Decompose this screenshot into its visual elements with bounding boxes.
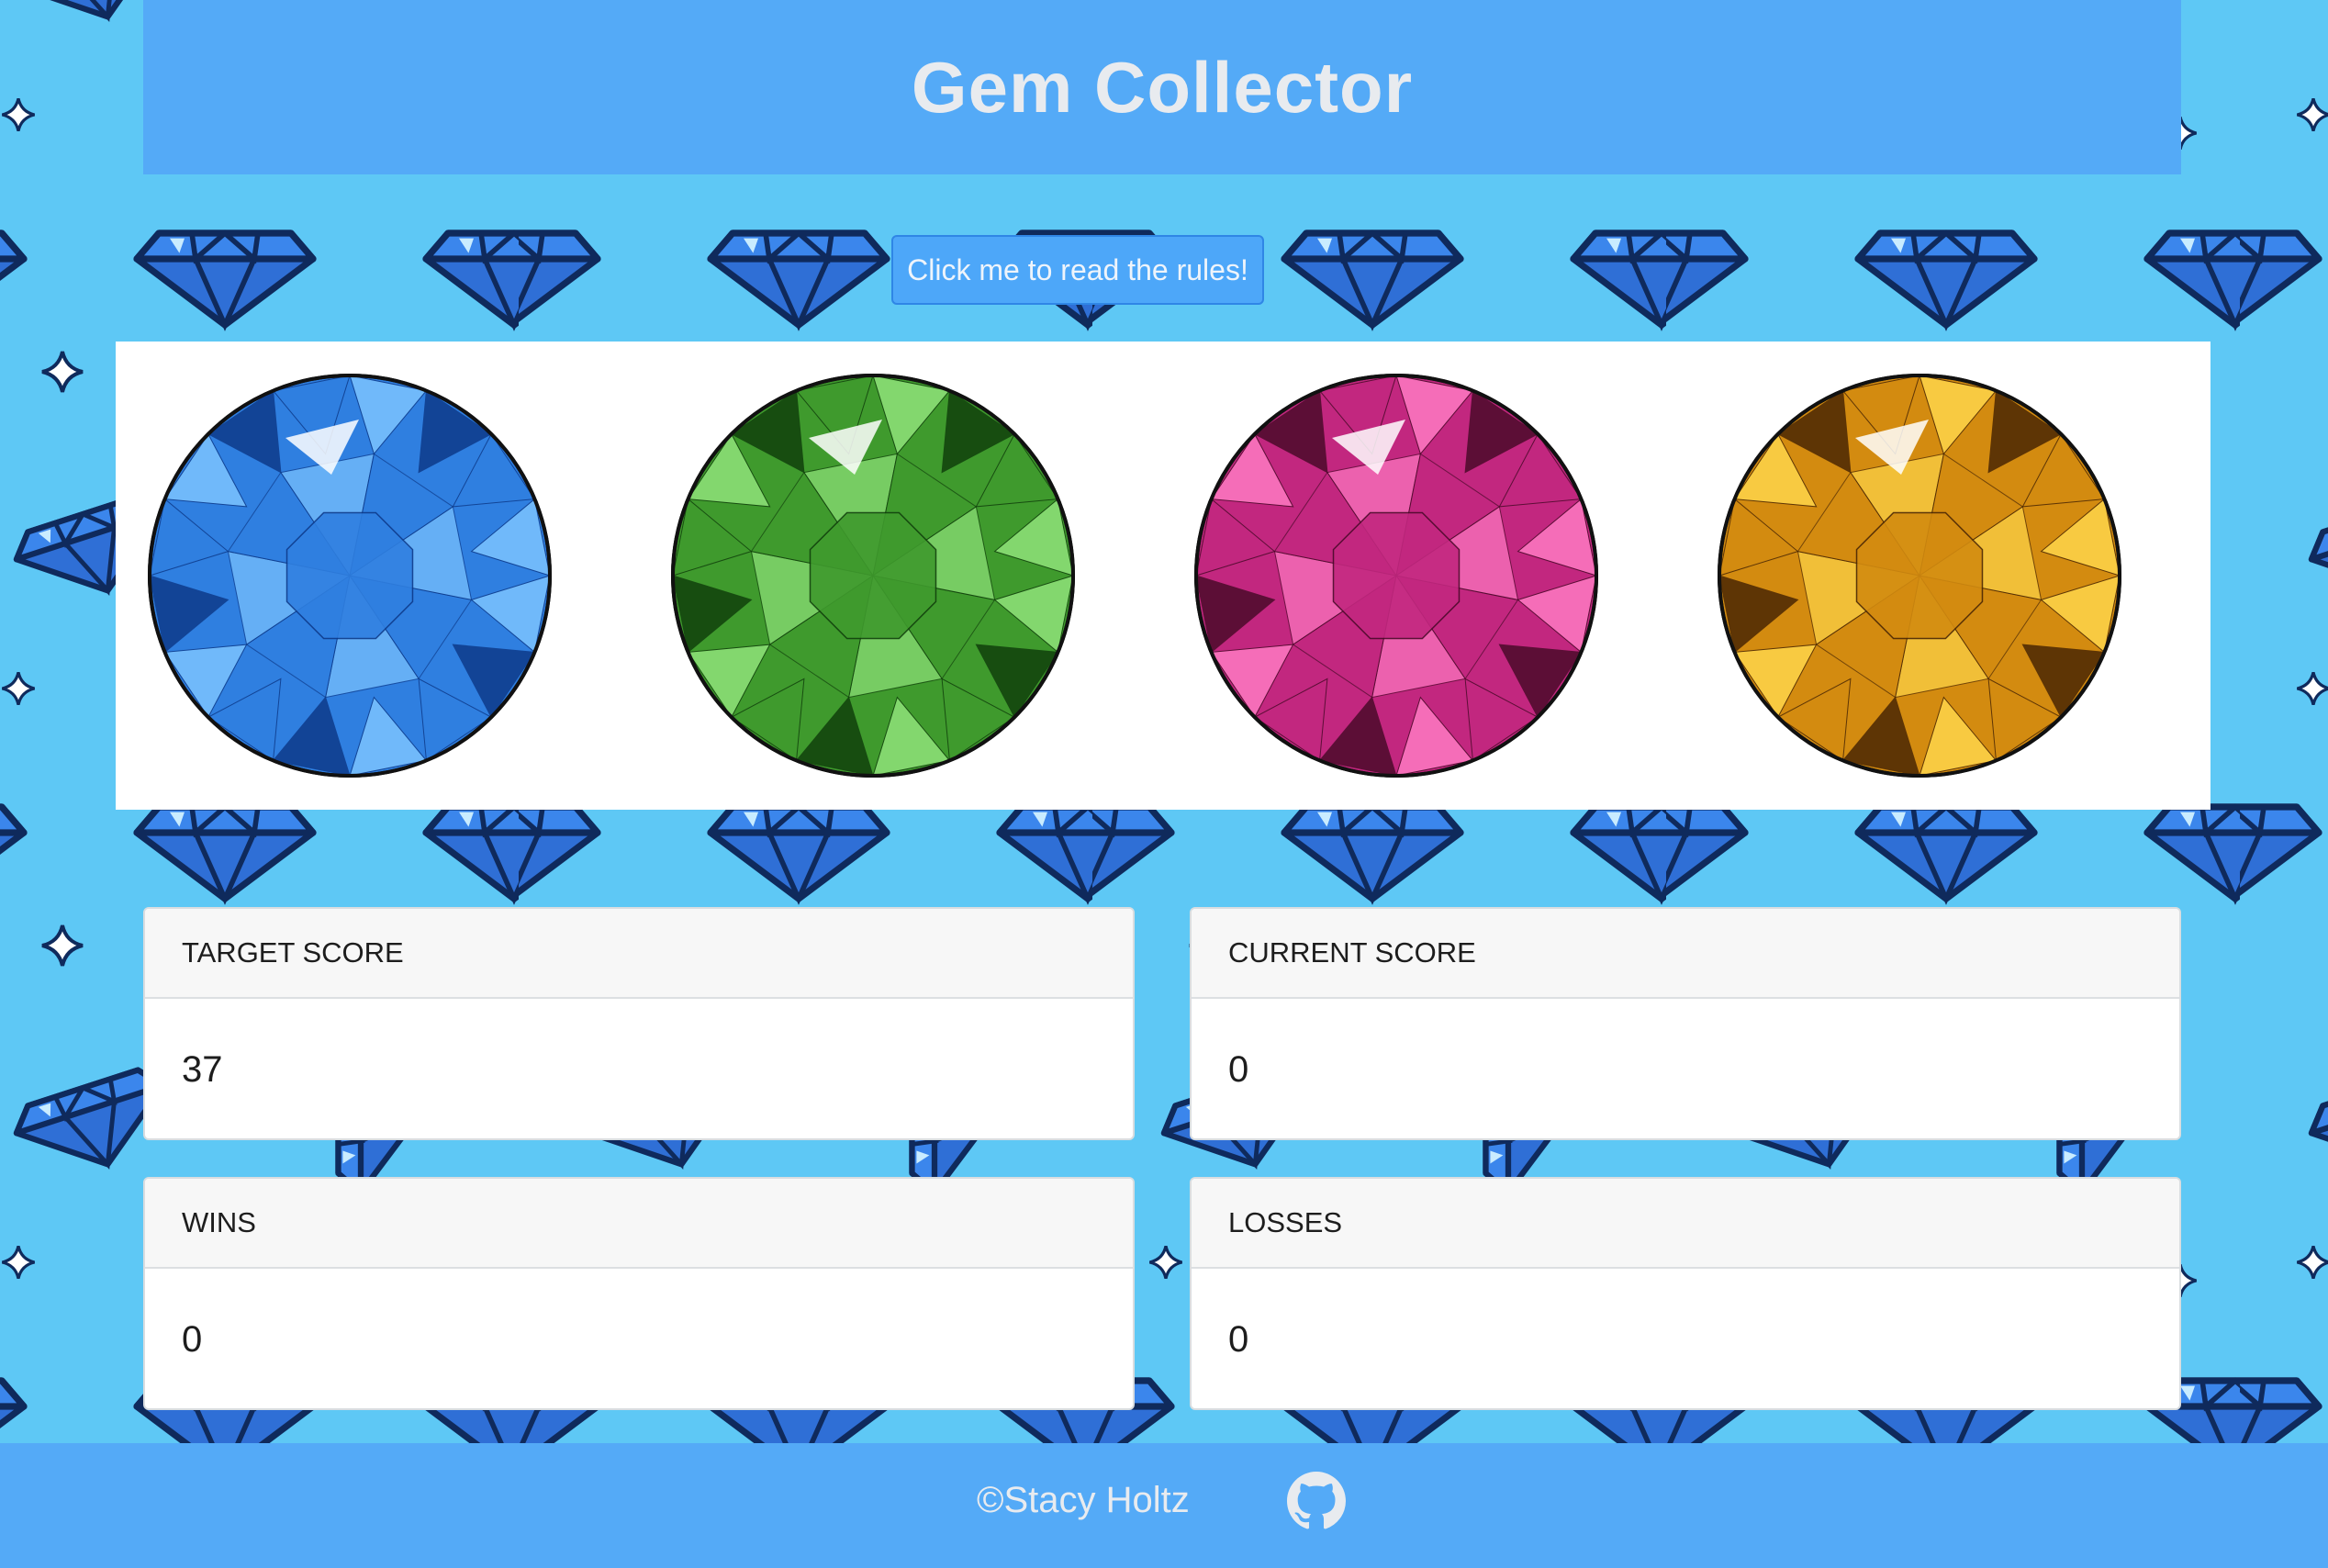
gem-panel [116,342,2210,810]
current-score-label: CURRENT SCORE [1192,909,2179,999]
pink-gem-button[interactable] [1190,369,1603,782]
site-header: Gem Collector [143,0,2181,174]
target-score-label: TARGET SCORE [145,909,1133,999]
blue-gem-button[interactable] [143,369,556,782]
losses-value: 0 [1228,1318,1249,1360]
target-score-value: 37 [182,1048,223,1090]
target-score-card: TARGET SCORE 37 [143,907,1135,1140]
wins-value: 0 [182,1318,203,1360]
rules-button[interactable]: Click me to read the rules! [891,235,1264,305]
losses-card: LOSSES 0 [1190,1177,2181,1410]
gold-gem-button[interactable] [1713,369,2126,782]
site-footer: ©Stacy Holtz [0,1443,2328,1568]
page-title: Gem Collector [911,46,1414,128]
green-gem-button[interactable] [666,369,1080,782]
current-score-value: 0 [1228,1048,1249,1090]
wins-label: WINS [145,1179,1133,1269]
current-score-card: CURRENT SCORE 0 [1190,907,2181,1140]
losses-label: LOSSES [1192,1179,2179,1269]
wins-card: WINS 0 [143,1177,1135,1410]
footer-credit: ©Stacy Holtz [977,1480,1190,1520]
github-icon[interactable] [1287,1472,1346,1530]
